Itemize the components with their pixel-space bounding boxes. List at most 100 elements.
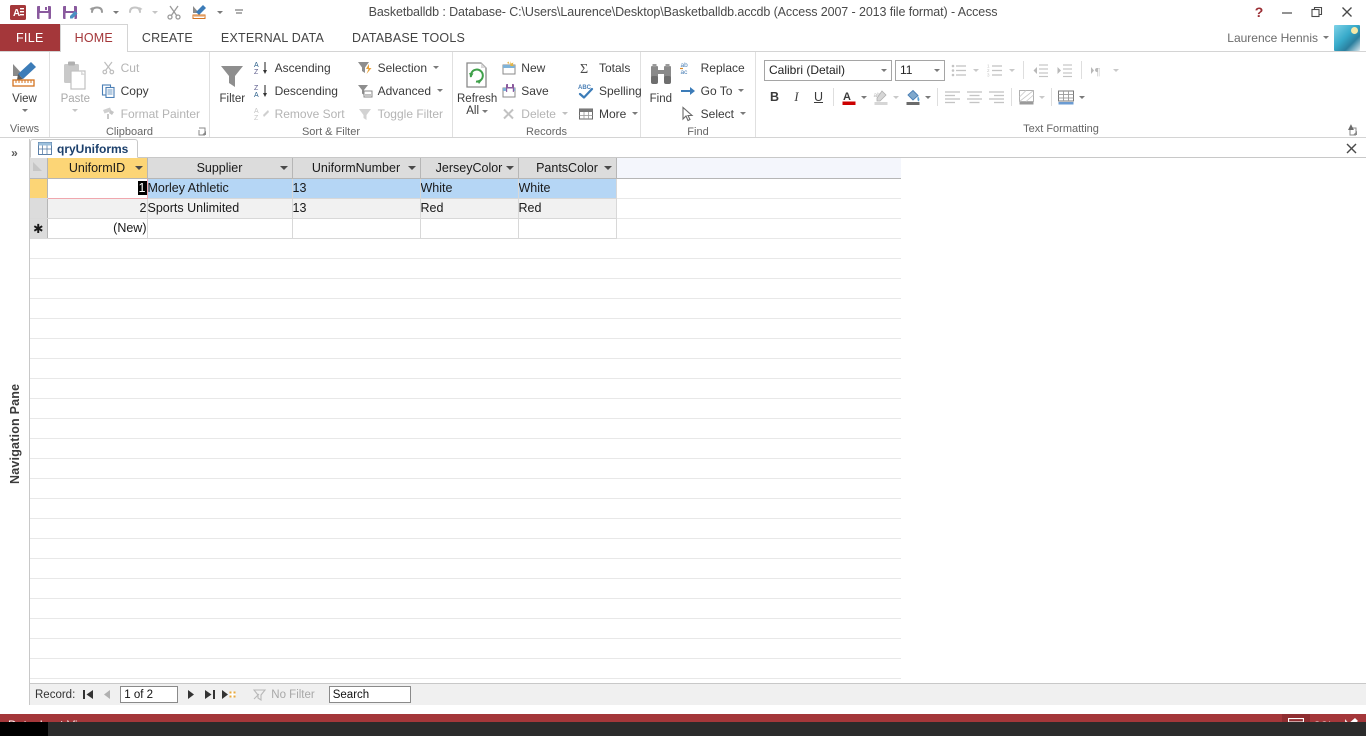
user-account-area[interactable]: Laurence Hennis	[1227, 24, 1366, 51]
cell-supplier[interactable]: Sports Unlimited	[147, 198, 293, 219]
column-header-jerseycolor[interactable]: JerseyColor	[420, 158, 519, 179]
redo-icon[interactable]	[123, 1, 147, 23]
quick-access-toolbar[interactable]: A	[0, 1, 251, 23]
first-record-button[interactable]	[80, 686, 97, 704]
find-button[interactable]: Find	[645, 56, 677, 106]
navigation-pane-expand-icon[interactable]: »	[4, 143, 26, 163]
underline-button[interactable]: U	[808, 87, 829, 108]
tab-create[interactable]: CREATE	[128, 24, 207, 51]
view-button[interactable]: View	[4, 56, 45, 112]
column-filter-chevron-icon[interactable]	[279, 165, 288, 170]
totals-button[interactable]: Σ Totals	[575, 56, 647, 79]
font-color-button[interactable]: A	[838, 87, 859, 108]
next-record-button[interactable]	[182, 686, 199, 704]
last-record-button[interactable]	[201, 686, 218, 704]
new-cell-pantscolor[interactable]	[518, 218, 617, 239]
cell-uniformid[interactable]: 1	[46, 177, 148, 199]
chevron-down-icon[interactable]	[876, 68, 891, 72]
record-position-input[interactable]: 1 of 2	[120, 686, 179, 703]
search-input[interactable]: Search	[328, 686, 411, 703]
background-fill-color-button[interactable]	[902, 87, 923, 108]
avatar[interactable]	[1334, 24, 1360, 51]
new-record-marker[interactable]: ✱	[30, 218, 48, 239]
view-dropdown-icon[interactable]	[214, 1, 225, 23]
save-as-icon[interactable]	[58, 1, 82, 23]
restore-button[interactable]	[1302, 0, 1332, 24]
tab-database-tools[interactable]: DATABASE TOOLS	[338, 24, 479, 51]
new-cell-jerseycolor[interactable]	[420, 218, 519, 239]
more-button[interactable]: More	[575, 102, 647, 125]
new-record-button[interactable]: New	[497, 56, 573, 79]
chevron-down-icon[interactable]	[929, 68, 944, 72]
close-document-button[interactable]	[1344, 141, 1358, 155]
new-cell-uniformnumber[interactable]	[292, 218, 421, 239]
fill-color-dropdown[interactable]	[924, 95, 933, 99]
design-view-icon[interactable]	[188, 1, 212, 23]
document-tab-qryuniforms[interactable]: qryUniforms	[30, 139, 139, 158]
italic-button[interactable]: I	[786, 87, 807, 108]
column-header-uniformnumber[interactable]: UniformNumber	[292, 158, 421, 179]
save-icon[interactable]	[32, 1, 56, 23]
new-cell-uniformid[interactable]: (New)	[47, 218, 148, 239]
chevron-down-icon[interactable]	[632, 112, 639, 115]
table-row[interactable]: 1 Morley Athletic 13 White White	[30, 177, 901, 199]
bold-button[interactable]: B	[764, 87, 785, 108]
column-header-supplier[interactable]: Supplier	[147, 158, 293, 179]
table-row[interactable]: 2 Sports Unlimited 13 Red Red	[30, 198, 901, 219]
descending-button[interactable]: Z A Descending	[251, 79, 350, 102]
customize-qat-icon[interactable]	[227, 1, 251, 23]
row-selector[interactable]	[30, 198, 48, 219]
new-cell-supplier[interactable]	[147, 218, 293, 239]
help-button[interactable]: ?	[1246, 0, 1272, 24]
close-button[interactable]	[1332, 0, 1362, 24]
paste-button[interactable]: Paste	[54, 56, 97, 112]
tab-home[interactable]: HOME	[59, 24, 128, 52]
save-record-button[interactable]: Save	[497, 79, 573, 102]
chevron-down-icon[interactable]	[738, 89, 745, 92]
cell-pantscolor[interactable]: Red	[518, 198, 617, 219]
gridlines-button[interactable]	[1056, 87, 1077, 108]
start-button[interactable]	[0, 722, 48, 736]
gridlines-dropdown[interactable]	[1078, 95, 1087, 99]
refresh-all-button[interactable]: Refresh All	[457, 56, 497, 117]
tab-external-data[interactable]: EXTERNAL DATA	[207, 24, 338, 51]
chevron-down-icon[interactable]	[437, 89, 443, 92]
redo-dropdown-icon[interactable]	[149, 1, 160, 23]
chevron-down-icon[interactable]	[72, 109, 79, 112]
collapse-ribbon-button[interactable]: ▲	[1342, 119, 1360, 135]
font-name-combobox[interactable]: Calibri (Detail)	[764, 59, 892, 81]
select-all-corner[interactable]	[30, 158, 48, 179]
clipboard-dialog-launcher[interactable]	[197, 126, 207, 136]
row-selector[interactable]	[30, 178, 48, 199]
taskbar-items[interactable]	[48, 722, 1366, 736]
user-menu-chevron-icon[interactable]	[1323, 36, 1329, 39]
column-header-pantscolor[interactable]: PantsColor	[518, 158, 617, 179]
new-record-row[interactable]: ✱ (New)	[30, 218, 901, 239]
chevron-down-icon[interactable]	[482, 109, 489, 113]
chevron-down-icon[interactable]	[21, 109, 28, 112]
previous-record-button[interactable]	[99, 686, 116, 704]
chevron-down-icon[interactable]	[433, 66, 439, 69]
go-to-button[interactable]: Go To	[677, 79, 751, 102]
tab-file[interactable]: FILE	[0, 24, 60, 51]
chevron-down-icon[interactable]	[740, 112, 746, 115]
cell-uniformnumber[interactable]: 13	[292, 198, 421, 219]
column-filter-chevron-icon[interactable]	[134, 165, 143, 170]
undo-icon[interactable]	[84, 1, 108, 23]
new-record-button[interactable]	[220, 686, 237, 704]
column-filter-chevron-icon[interactable]	[407, 165, 416, 170]
ascending-button[interactable]: A Z Ascending	[251, 56, 350, 79]
column-filter-chevron-icon[interactable]	[505, 165, 514, 170]
font-color-dropdown[interactable]	[860, 95, 869, 99]
navigation-pane[interactable]: » Navigation Pane	[0, 139, 30, 705]
column-filter-chevron-icon[interactable]	[603, 165, 612, 170]
filter-status[interactable]: No Filter	[247, 689, 320, 701]
cell-pantscolor[interactable]: White	[518, 178, 617, 199]
datasheet-table[interactable]: UniformID Supplier UniformNumber JerseyColo…	[30, 158, 901, 683]
cell-uniformid[interactable]: 2	[47, 198, 148, 219]
filter-button[interactable]: Filter	[214, 56, 251, 106]
cell-uniformnumber[interactable]: 13	[292, 178, 421, 199]
select-button[interactable]: Select	[677, 102, 751, 125]
selection-button[interactable]: Selection	[354, 56, 448, 79]
cell-jerseycolor[interactable]: White	[420, 178, 519, 199]
